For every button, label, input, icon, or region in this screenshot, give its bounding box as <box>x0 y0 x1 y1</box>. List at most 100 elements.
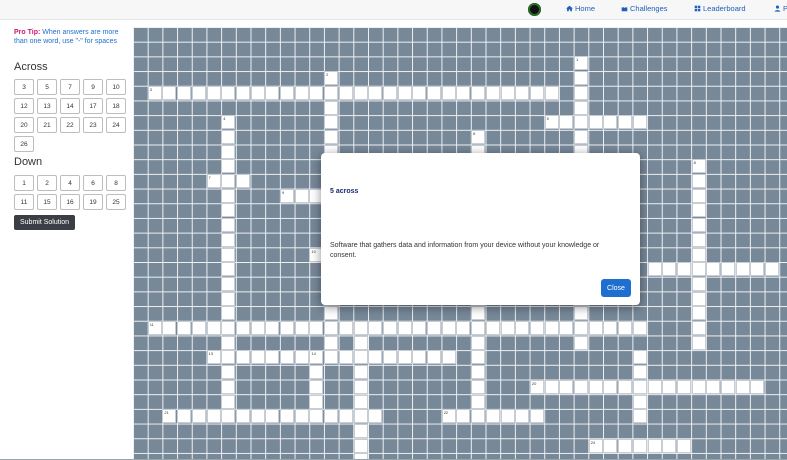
crossword-cell[interactable] <box>676 438 691 453</box>
crossword-cell[interactable] <box>309 321 324 335</box>
across-clue-button-14[interactable]: 14 <box>60 98 80 114</box>
crossword-cell[interactable] <box>397 350 412 365</box>
down-clue-button-19[interactable]: 19 <box>83 194 103 210</box>
crossword-cell[interactable] <box>603 321 618 335</box>
across-clue-button-21[interactable]: 21 <box>37 117 57 133</box>
crossword-cell[interactable] <box>265 321 280 335</box>
crossword-cell[interactable] <box>324 129 339 144</box>
crossword-cell[interactable] <box>191 321 206 335</box>
nav-profile[interactable]: P <box>774 4 787 13</box>
crossword-cell[interactable] <box>294 409 309 424</box>
crossword-cell[interactable] <box>750 379 765 394</box>
crossword-cell[interactable]: 13 <box>206 350 221 365</box>
crossword-cell[interactable] <box>588 321 603 335</box>
close-button[interactable]: Close <box>601 279 631 297</box>
crossword-cell[interactable] <box>691 379 706 394</box>
crossword-cell[interactable] <box>618 438 633 453</box>
across-clue-button-12[interactable]: 12 <box>14 98 34 114</box>
crossword-cell[interactable] <box>574 100 588 115</box>
crossword-cell[interactable] <box>309 85 324 100</box>
crossword-cell[interactable] <box>691 188 706 203</box>
crossword-cell[interactable] <box>691 276 706 291</box>
crossword-cell[interactable] <box>221 85 236 100</box>
crossword-cell[interactable] <box>338 321 353 335</box>
crossword-cell[interactable] <box>235 85 250 100</box>
crossword-cell[interactable]: 6 <box>471 129 486 144</box>
crossword-cell[interactable]: 14 <box>309 350 324 365</box>
across-clue-button-26[interactable]: 26 <box>14 136 34 152</box>
crossword-cell[interactable] <box>471 85 486 100</box>
crossword-cell[interactable] <box>691 203 706 218</box>
down-clue-button-4[interactable]: 4 <box>60 175 80 191</box>
crossword-cell[interactable] <box>471 379 486 394</box>
across-clue-button-24[interactable]: 24 <box>106 117 126 133</box>
across-clue-button-18[interactable]: 18 <box>106 98 126 114</box>
crossword-cell[interactable] <box>662 438 677 453</box>
crossword-cell[interactable] <box>588 379 603 394</box>
across-clue-button-23[interactable]: 23 <box>83 117 103 133</box>
crossword-cell[interactable] <box>294 350 309 365</box>
crossword-cell[interactable] <box>324 350 339 365</box>
crossword-cell[interactable] <box>324 409 339 424</box>
crossword-cell[interactable] <box>221 159 236 174</box>
crossword-cell[interactable] <box>221 174 236 188</box>
crossword-cell[interactable]: 11 <box>147 321 162 335</box>
crossword-cell[interactable] <box>544 321 559 335</box>
crossword-cell[interactable] <box>353 423 368 438</box>
crossword-cell[interactable] <box>353 85 368 100</box>
crossword-cell[interactable]: 9 <box>280 188 294 203</box>
crossword-cell[interactable] <box>456 85 471 100</box>
crossword-cell[interactable] <box>471 394 486 409</box>
crossword-cell[interactable] <box>456 409 471 424</box>
crossword-cell[interactable] <box>309 409 324 424</box>
crossword-cell[interactable] <box>647 379 662 394</box>
crossword-cell[interactable]: 5 <box>544 115 559 130</box>
crossword-cell[interactable] <box>471 409 486 424</box>
crossword-cell[interactable] <box>353 365 368 380</box>
crossword-cell[interactable] <box>485 85 500 100</box>
crossword-cell[interactable] <box>735 262 750 277</box>
crossword-cell[interactable] <box>221 291 236 306</box>
across-clue-button-13[interactable]: 13 <box>37 98 57 114</box>
crossword-cell[interactable] <box>397 85 412 100</box>
crossword-cell[interactable] <box>471 365 486 380</box>
crossword-cell[interactable] <box>353 350 368 365</box>
crossword-cell[interactable] <box>765 262 780 277</box>
crossword-cell[interactable] <box>235 409 250 424</box>
crossword-cell[interactable] <box>412 321 427 335</box>
crossword-cell[interactable] <box>574 335 588 350</box>
crossword-cell[interactable] <box>235 174 250 188</box>
crossword-cell[interactable] <box>647 262 662 277</box>
crossword-cell[interactable] <box>221 379 236 394</box>
crossword-cell[interactable]: 4 <box>221 115 236 130</box>
crossword-cell[interactable] <box>441 321 456 335</box>
down-clue-button-8[interactable]: 8 <box>106 175 126 191</box>
across-clue-button-7[interactable]: 7 <box>60 79 80 95</box>
crossword-cell[interactable] <box>691 218 706 233</box>
crossword-cell[interactable] <box>324 335 339 350</box>
crossword-cell[interactable] <box>235 350 250 365</box>
crossword-cell[interactable] <box>382 350 397 365</box>
crossword-cell[interactable] <box>309 379 324 394</box>
crossword-cell[interactable] <box>574 306 588 321</box>
crossword-cell[interactable] <box>529 85 544 100</box>
crossword-cell[interactable]: 8 <box>691 159 706 174</box>
crossword-cell[interactable] <box>632 350 647 365</box>
submit-solution-button[interactable]: Submit Solution <box>14 215 75 230</box>
crossword-cell[interactable] <box>324 100 339 115</box>
crossword-cell[interactable] <box>544 379 559 394</box>
crossword-cell[interactable] <box>471 321 486 335</box>
crossword-cell[interactable] <box>691 262 706 277</box>
crossword-cell[interactable] <box>618 115 633 130</box>
crossword-cell[interactable] <box>529 321 544 335</box>
crossword-cell[interactable] <box>221 306 236 321</box>
crossword-cell[interactable] <box>221 129 236 144</box>
crossword-cell[interactable] <box>221 218 236 233</box>
crossword-cell[interactable] <box>691 321 706 335</box>
crossword-cell[interactable] <box>706 262 721 277</box>
crossword-cell[interactable] <box>338 409 353 424</box>
across-clue-button-10[interactable]: 10 <box>106 79 126 95</box>
crossword-cell[interactable] <box>250 321 265 335</box>
crossword-cell[interactable] <box>456 321 471 335</box>
nav-challenges[interactable]: Challenges <box>621 4 668 13</box>
